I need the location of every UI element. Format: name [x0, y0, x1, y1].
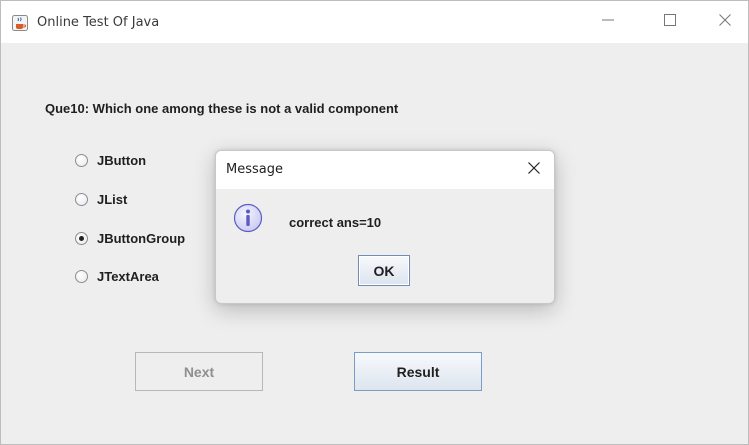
maximize-button[interactable] [647, 1, 693, 43]
title-bar[interactable]: Online Test Of Java [1, 1, 748, 43]
option-jbuttongroup[interactable]: JButtonGroup [75, 229, 185, 247]
option-label: JList [97, 191, 128, 207]
result-button[interactable]: Result [354, 352, 482, 391]
minimize-icon [602, 13, 614, 31]
message-dialog: Message correct ans=10 OK [215, 150, 555, 304]
next-button[interactable]: Next [135, 352, 263, 391]
window-title: Online Test Of Java [37, 15, 160, 30]
option-label: JTextArea [97, 268, 159, 284]
close-icon [528, 161, 540, 179]
close-icon [719, 13, 731, 31]
option-jtextarea[interactable]: JTextArea [75, 267, 159, 285]
ok-button[interactable]: OK [358, 255, 410, 286]
main-window: Online Test Of Java Que10: Which one amo… [0, 0, 749, 445]
option-jbutton[interactable]: JButton [75, 151, 146, 169]
dialog-title-bar[interactable]: Message [216, 151, 554, 189]
dialog-close-button[interactable] [514, 151, 554, 189]
radio-button-selected[interactable] [75, 231, 88, 245]
dialog-title: Message [226, 162, 283, 177]
java-cup-icon [12, 15, 28, 31]
maximize-icon [664, 13, 676, 31]
option-jlist[interactable]: JList [75, 190, 127, 208]
minimize-button[interactable] [585, 1, 631, 43]
dialog-message: correct ans=10 [289, 215, 382, 230]
info-icon [233, 203, 263, 233]
radio-button[interactable] [75, 192, 88, 206]
radio-button[interactable] [75, 269, 88, 283]
option-label: JButtonGroup [97, 230, 186, 246]
close-button[interactable] [702, 1, 748, 43]
radio-button[interactable] [75, 153, 88, 167]
option-label: JButton [97, 152, 147, 168]
question-text: Que10: Which one among these is not a va… [45, 101, 399, 116]
